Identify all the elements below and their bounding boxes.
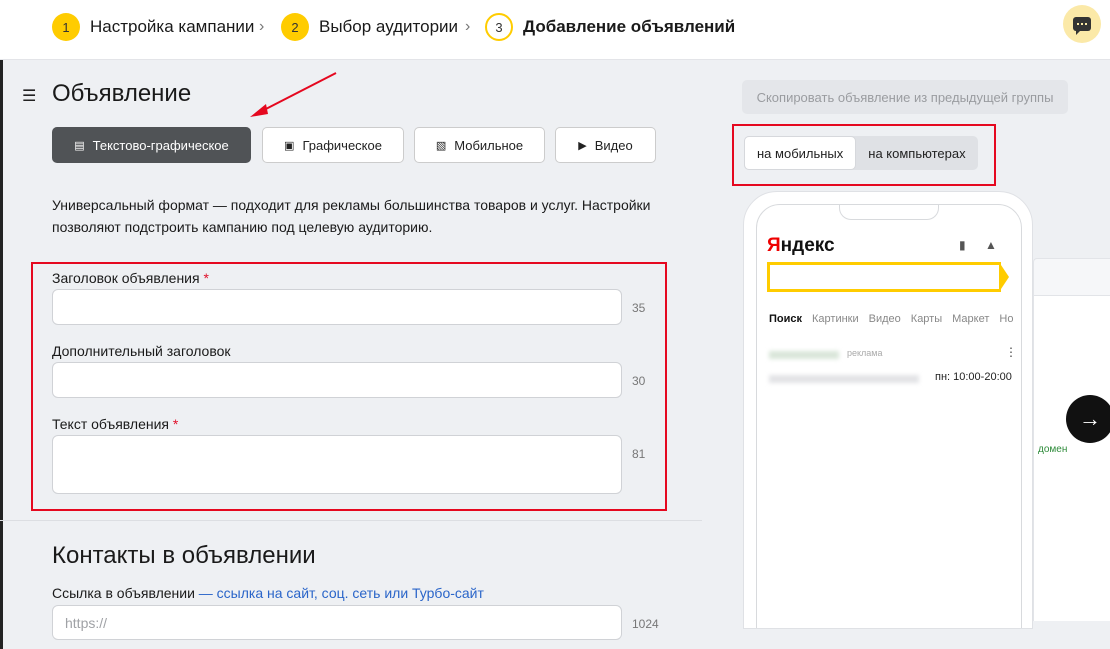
yandex-logo: Яндекс	[767, 235, 835, 257]
phone-tab: Видео	[868, 313, 901, 325]
subheadline-counter: 30	[632, 374, 646, 388]
step-number: 3	[485, 13, 513, 41]
link-label: Ссылка в объявлении — ссылка на сайт, со…	[52, 585, 484, 601]
arrow-right-icon: →	[1079, 406, 1101, 431]
search-arrow-icon	[999, 262, 1009, 292]
bookmark-icon: ▮	[959, 238, 966, 252]
headline-label: Заголовок объявления *	[52, 270, 209, 286]
image-icon: ▣	[284, 139, 295, 152]
bell-icon: ▲	[985, 238, 997, 252]
mobile-icon: ▧	[435, 139, 447, 152]
phone-preview: Яндекс ▮ ▲ Поиск Картинки Видео Карты Ма…	[743, 191, 1033, 629]
required-mark: *	[172, 416, 179, 432]
link-label-text: Ссылка в объявлении	[52, 585, 195, 601]
subheadline-input[interactable]	[52, 362, 622, 398]
phone-tab: Поиск	[769, 313, 803, 325]
phone-notch	[839, 205, 939, 220]
format-description: Универсальный формат — подходит для рекл…	[52, 197, 651, 235]
chevron-right-icon: ›	[465, 18, 471, 35]
phone-tab: Карты	[910, 313, 943, 325]
video-icon: ▶	[578, 139, 587, 152]
phone-tab: Картинки	[812, 313, 859, 325]
list-icon: ☰	[22, 88, 37, 105]
headline-label-text: Заголовок объявления	[52, 270, 200, 286]
chevron-right-icon: ›	[259, 18, 265, 35]
ad-type-video-button[interactable]: ▶ Видео	[555, 127, 656, 163]
annotation-arrow	[250, 72, 337, 117]
ad-type-mobile-button[interactable]: ▧ Мобильное	[414, 127, 545, 163]
work-hours: пн: 10:00-20:00	[935, 371, 1012, 383]
ad-text-textarea[interactable]	[52, 435, 622, 494]
logo-rest: ндекс	[780, 235, 835, 256]
next-preview-button[interactable]: →	[1066, 395, 1110, 443]
phone-tab: Но	[999, 313, 1014, 325]
url-input[interactable]: https://	[52, 605, 622, 640]
ad-text-label-text: Текст объявления	[52, 416, 170, 432]
phone-screen: Яндекс ▮ ▲ Поиск Картинки Видео Карты Ма…	[756, 204, 1022, 628]
step-label: Настройка кампании	[90, 17, 255, 36]
ad-type-text-image-button[interactable]: ▤ Текстово-графическое	[52, 127, 251, 163]
step-number: 1	[52, 13, 80, 41]
step-campaign-settings[interactable]: 1 Настройка кампании	[52, 13, 254, 41]
contacts-title: Контакты в объявлении	[52, 542, 316, 569]
toggle-desktop[interactable]: на компьютерах	[856, 136, 977, 170]
device-toggle: на мобильных на компьютерах	[744, 136, 978, 170]
step-audience[interactable]: 2 Выбор аудитории	[281, 13, 458, 41]
subheadline-label: Дополнительный заголовок	[52, 343, 231, 359]
chat-button[interactable]	[1063, 5, 1101, 43]
blurred-contacts	[769, 375, 919, 383]
ad-type-label: Графическое	[302, 137, 382, 153]
blurred-domain	[769, 351, 839, 359]
url-counter: 1024	[632, 617, 659, 631]
phone-search-box	[767, 262, 1001, 292]
copy-ad-button[interactable]: Скопировать объявление из предыдущей гру…	[742, 80, 1068, 114]
section-divider	[0, 520, 702, 521]
link-hint[interactable]: — ссылка на сайт, соц. сеть или Турбо-са…	[199, 585, 484, 601]
text-image-icon: ▤	[74, 139, 85, 152]
step-label: Выбор аудитории	[319, 17, 459, 36]
ad-type-image-button[interactable]: ▣ Графическое	[262, 127, 404, 163]
desktop-domain: домен	[1038, 444, 1068, 455]
step-label: Добавление объявлений	[523, 17, 736, 36]
more-options-icon: ⋮	[1005, 345, 1017, 359]
headline-input[interactable]	[52, 289, 622, 325]
phone-tab: Маркет	[952, 313, 990, 325]
ad-type-label: Видео	[594, 137, 633, 153]
desktop-preview-body	[1033, 296, 1110, 621]
phone-search-tabs: Поиск Картинки Видео Карты Маркет Но	[769, 313, 1013, 325]
headline-counter: 35	[632, 301, 646, 315]
ad-type-label: Текстово-графическое	[92, 137, 229, 153]
step-add-ads[interactable]: 3 Добавление объявлений	[485, 13, 735, 41]
section-title: Объявление	[52, 80, 192, 107]
desktop-preview-frame	[1033, 258, 1110, 296]
ad-label: реклама	[847, 348, 883, 358]
step-number: 2	[281, 13, 309, 41]
ad-type-label: Мобильное	[454, 137, 524, 153]
ad-text-counter: 81	[632, 447, 646, 461]
logo-first-letter: Я	[767, 235, 781, 256]
ad-text-label: Текст объявления *	[52, 416, 178, 432]
required-mark: *	[203, 270, 209, 286]
window-edge	[0, 0, 3, 649]
chat-icon	[1073, 17, 1091, 35]
toggle-mobile[interactable]: на мобильных	[744, 136, 857, 170]
